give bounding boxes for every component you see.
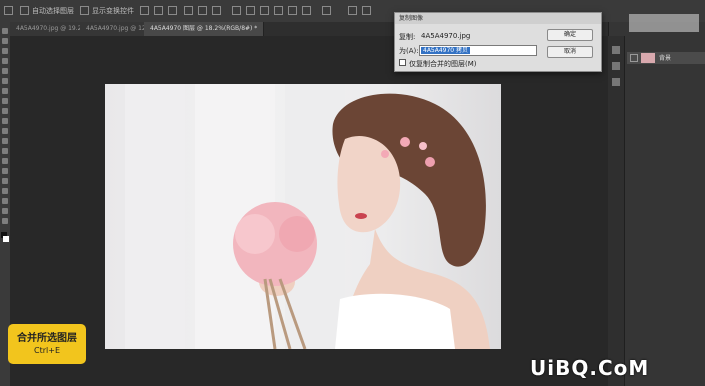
distribute-bottom-icon[interactable]: [260, 6, 269, 15]
3d-roll-icon[interactable]: [362, 6, 371, 15]
distribute-middle-icon[interactable]: [246, 6, 255, 15]
align-bottom-icon[interactable]: [168, 6, 177, 15]
hair-flower: [400, 137, 410, 147]
shape-tool[interactable]: [2, 198, 8, 204]
watermark: UiBQ.CoM: [530, 356, 650, 380]
visibility-eye-icon[interactable]: [630, 54, 638, 62]
panel-icon[interactable]: [612, 46, 620, 54]
distribute-right-icon[interactable]: [302, 6, 311, 15]
move-tool[interactable]: [2, 28, 8, 34]
gradient-tool[interactable]: [2, 138, 8, 144]
brush-tool[interactable]: [2, 98, 8, 104]
panel-icon[interactable]: [612, 62, 620, 70]
auto-select-checkbox[interactable]: [20, 6, 29, 15]
wall-panel: [125, 84, 185, 349]
photo-illustration: [125, 84, 490, 349]
pixelated-area: [629, 14, 699, 32]
as-name-input[interactable]: 4A5A4970 拷贝: [419, 45, 537, 56]
path-select-tool[interactable]: [2, 188, 8, 194]
3d-rotate-icon[interactable]: [348, 6, 357, 15]
shortcut-title: 合并所选图层: [17, 333, 77, 344]
auto-align-icon[interactable]: [322, 6, 331, 15]
distribute-top-icon[interactable]: [232, 6, 241, 15]
transform-label: 显示变换控件: [92, 7, 134, 15]
align-center-icon[interactable]: [198, 6, 207, 15]
move-tool-icon[interactable]: [4, 6, 13, 15]
bouquet-cluster: [279, 216, 315, 252]
layer-row[interactable]: 背景: [627, 52, 705, 64]
marquee-tool[interactable]: [2, 38, 8, 44]
align-right-icon[interactable]: [212, 6, 221, 15]
dodge-tool[interactable]: [2, 158, 8, 164]
type-tool[interactable]: [2, 178, 8, 184]
merge-layers-checkbox[interactable]: [399, 59, 406, 66]
hair-flower: [419, 142, 427, 150]
merge-layers-label: 仅复制合并的图层(M): [409, 60, 477, 68]
layer-thumbnail: [641, 53, 655, 63]
bouquet-cluster: [235, 214, 275, 254]
distribute-left-icon[interactable]: [274, 6, 283, 15]
duplicate-image-dialog: 复制图像 复制: 4A5A4970.jpg 为(A): 4A5A4970 拷贝 …: [394, 12, 602, 72]
background-color-swatch[interactable]: [3, 236, 9, 242]
eyedropper-tool[interactable]: [2, 78, 8, 84]
lasso-tool[interactable]: [2, 48, 8, 54]
tab-document-3[interactable]: 4A5A4970 图层 @ 18.2%(RGB/8#) *: [144, 22, 265, 36]
as-label: 为(A):: [399, 47, 419, 55]
hand-tool[interactable]: [2, 208, 8, 214]
shortcut-keys: Ctrl+E: [34, 346, 60, 355]
align-left-icon[interactable]: [184, 6, 193, 15]
quick-select-tool[interactable]: [2, 58, 8, 64]
layer-dropdown[interactable]: 图层: [60, 6, 74, 16]
collapsed-panel-dock: [608, 36, 625, 386]
transform-checkbox[interactable]: [80, 6, 89, 15]
history-brush-tool[interactable]: [2, 118, 8, 124]
shortcut-badge: 合并所选图层 Ctrl+E: [8, 324, 86, 364]
hair-flower: [381, 150, 389, 158]
crop-tool[interactable]: [2, 68, 8, 74]
align-top-icon[interactable]: [140, 6, 149, 15]
stamp-tool[interactable]: [2, 108, 8, 114]
ok-button[interactable]: 确定: [547, 29, 593, 41]
source-value: 4A5A4970.jpg: [421, 32, 471, 40]
as-name-selection: 4A5A4970 拷贝: [421, 47, 471, 54]
layer-name: 背景: [659, 55, 672, 62]
eraser-tool[interactable]: [2, 128, 8, 134]
source-label: 复制:: [399, 33, 416, 41]
dialog-title: 复制图像: [395, 13, 601, 24]
lips: [355, 213, 367, 219]
align-middle-icon[interactable]: [154, 6, 163, 15]
cancel-button[interactable]: 取消: [547, 46, 593, 58]
blur-tool[interactable]: [2, 148, 8, 154]
hair-flower: [425, 157, 435, 167]
document-photo[interactable]: [105, 84, 501, 349]
panel-icon[interactable]: [612, 78, 620, 86]
pen-tool[interactable]: [2, 168, 8, 174]
zoom-tool[interactable]: [2, 218, 8, 224]
distribute-center-icon[interactable]: [288, 6, 297, 15]
healing-tool[interactable]: [2, 88, 8, 94]
